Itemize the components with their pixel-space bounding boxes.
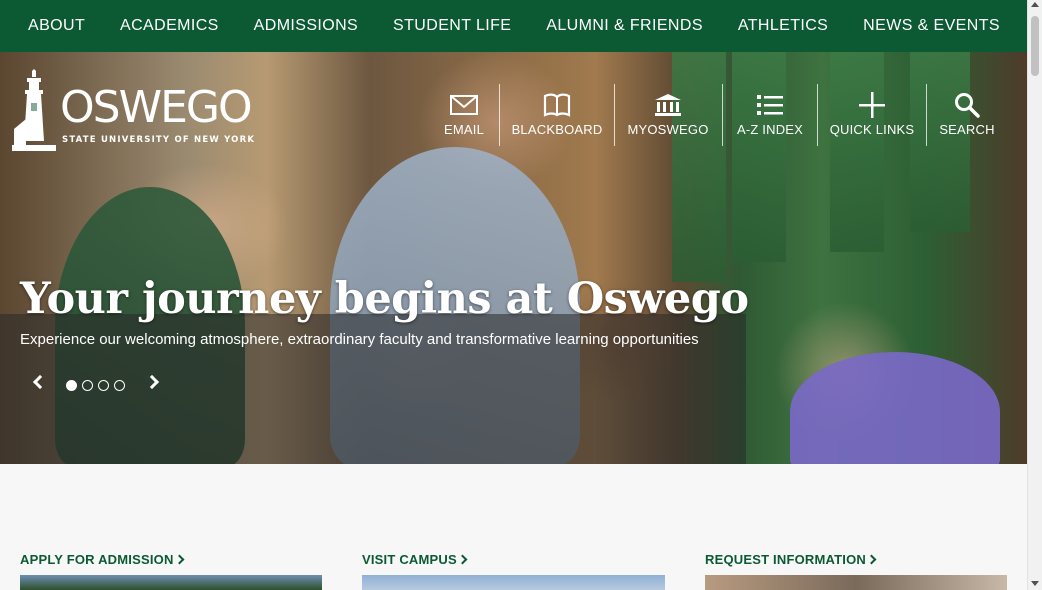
chevron-right-icon — [457, 554, 468, 565]
utility-email-link[interactable]: EMAIL — [444, 84, 484, 146]
utility-search-label: SEARCH — [939, 122, 995, 137]
main-nav: ABOUT ACADEMICS ADMISSIONS STUDENT LIFE … — [0, 0, 1027, 52]
carousel-indicators — [66, 380, 125, 391]
request-information-link[interactable]: REQUEST INFORMATION — [705, 552, 877, 567]
chevron-right-icon — [174, 554, 185, 565]
page-scrollbar[interactable] — [1027, 0, 1042, 590]
chevron-right-icon — [866, 554, 877, 565]
utility-divider — [722, 84, 723, 146]
utility-search-link[interactable]: SEARCH — [939, 84, 995, 146]
site-logo[interactable]: OSWEGO STATE UNIVERSITY OF NEW YORK — [12, 69, 257, 151]
visit-campus-link[interactable]: VISIT CAMPUS — [362, 552, 468, 567]
utility-az-index-label: A-Z INDEX — [736, 122, 804, 137]
carousel-dot-2[interactable] — [82, 380, 93, 391]
nav-item-about[interactable]: ABOUT — [28, 17, 85, 35]
chevron-left-icon — [32, 374, 48, 390]
request-information-label: REQUEST INFORMATION — [705, 552, 866, 567]
hero-subtitle: Experience our welcoming atmosphere, ext… — [20, 331, 699, 348]
carousel-dot-1[interactable] — [66, 380, 77, 391]
nav-item-admissions[interactable]: ADMISSIONS — [254, 17, 358, 35]
utility-blackboard-link[interactable]: BLACKBOARD — [512, 84, 602, 146]
apply-card-image[interactable] — [20, 575, 322, 590]
request-card-image[interactable] — [705, 575, 1007, 590]
scroll-up-arrow-icon[interactable] — [1031, 2, 1039, 7]
scroll-down-arrow-icon[interactable] — [1031, 581, 1039, 586]
logo-wordmark: OSWEGO — [60, 82, 253, 133]
utility-myoswego-link[interactable]: MYOSWEGO — [627, 84, 709, 146]
carousel-prev-button[interactable] — [29, 373, 49, 395]
visit-campus-label: VISIT CAMPUS — [362, 552, 457, 567]
hero-photo-person — [790, 352, 1000, 464]
nav-item-academics[interactable]: ACADEMICS — [120, 17, 219, 35]
carousel-dot-3[interactable] — [98, 380, 109, 391]
list-icon — [757, 95, 783, 115]
logo-tagline: STATE UNIVERSITY OF NEW YORK — [62, 135, 256, 145]
utility-divider — [499, 84, 500, 146]
carousel-dot-4[interactable] — [114, 380, 125, 391]
chevron-right-icon — [144, 374, 160, 390]
utility-myoswego-label: MYOSWEGO — [627, 122, 709, 137]
content-section — [0, 464, 1027, 590]
hero-background-board — [830, 52, 884, 252]
utility-divider — [926, 84, 927, 146]
utility-divider — [614, 84, 615, 146]
scrollbar-thumb[interactable] — [1031, 16, 1039, 76]
utility-blackboard-label: BLACKBOARD — [511, 122, 603, 137]
hero-title: Your journey begins at Oswego — [20, 274, 749, 324]
building-columns-icon — [655, 94, 681, 116]
utility-az-index-link[interactable]: A-Z INDEX — [737, 84, 803, 146]
lighthouse-logo-icon — [12, 69, 56, 151]
nav-item-news-events[interactable]: NEWS & EVENTS — [863, 17, 1000, 35]
utility-quick-links-label: QUICK LINKS — [829, 122, 915, 137]
visit-card-image[interactable] — [362, 575, 665, 590]
utility-email-label: EMAIL — [444, 122, 485, 137]
utility-divider — [817, 84, 818, 146]
book-icon — [543, 93, 571, 117]
page: ABOUT ACADEMICS ADMISSIONS STUDENT LIFE … — [0, 0, 1042, 590]
nav-item-athletics[interactable]: ATHLETICS — [738, 17, 828, 35]
plus-icon — [859, 92, 885, 118]
carousel-next-button[interactable] — [144, 373, 165, 395]
nav-item-alumni-friends[interactable]: ALUMNI & FRIENDS — [546, 17, 703, 35]
nav-item-student-life[interactable]: STUDENT LIFE — [393, 17, 511, 35]
search-icon — [955, 93, 980, 118]
apply-for-admission-label: APPLY FOR ADMISSION — [20, 552, 174, 567]
apply-for-admission-link[interactable]: APPLY FOR ADMISSION — [20, 552, 185, 567]
utility-quick-links-link[interactable]: QUICK LINKS — [829, 84, 915, 146]
envelope-icon — [450, 95, 478, 115]
